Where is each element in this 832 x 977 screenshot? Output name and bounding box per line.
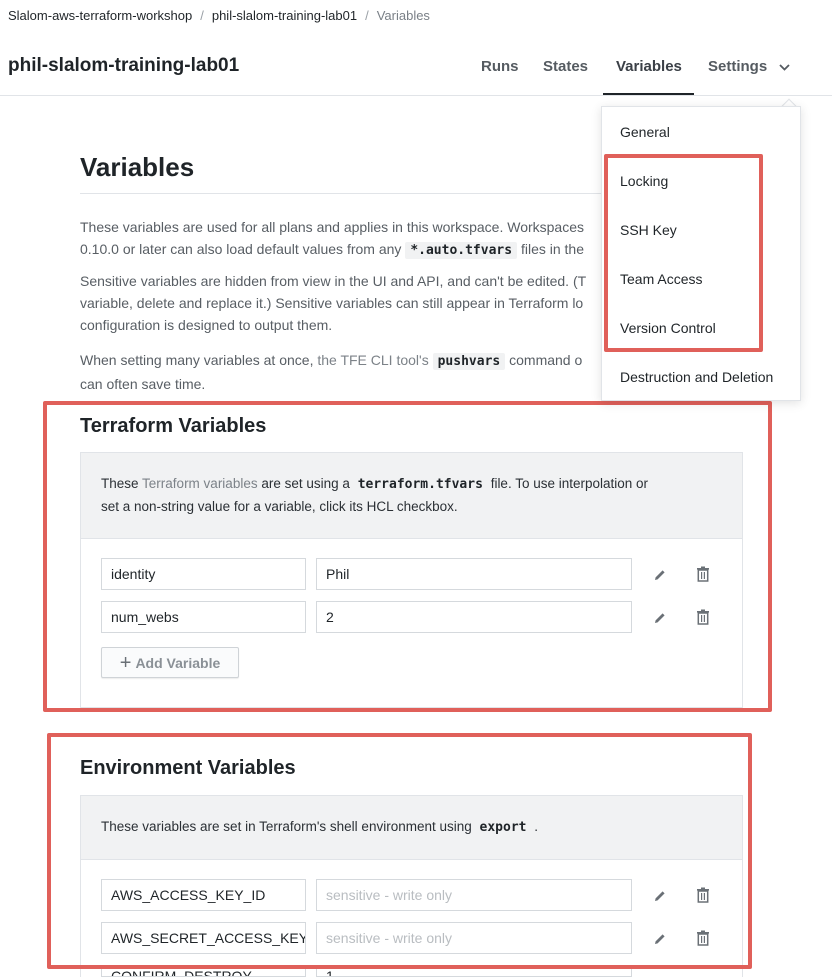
tf-var-key-field[interactable]: num_webs <box>101 601 306 633</box>
env-var-key-field[interactable]: AWS_SECRET_ACCESS_KEY <box>101 922 306 954</box>
env-var-value-field[interactable]: 1 <box>316 965 632 977</box>
menu-item-locking[interactable]: Locking <box>620 173 668 189</box>
tab-variables[interactable]: Variables <box>603 48 694 96</box>
auto-tfvars-code: *.auto.tfvars <box>405 242 518 259</box>
intro-p2-line2: variable, delete and replace it.) Sensit… <box>80 295 584 311</box>
trash-icon[interactable] <box>694 929 712 947</box>
intro-p3-line1: When setting many variables at once, the… <box>80 349 620 373</box>
breadcrumb-current: Variables <box>376 7 430 23</box>
env-var-value-field[interactable]: sensitive - write only <box>316 879 632 911</box>
intro-p3-text-end: command o <box>509 352 583 368</box>
plus-icon: + <box>119 651 132 674</box>
tf-var-value-field[interactable]: 2 <box>316 601 632 633</box>
tf-var-key-field[interactable]: identity <box>101 558 306 590</box>
workspace-nav: Runs States Variables Settings <box>0 48 832 96</box>
tab-states[interactable]: States <box>543 48 588 96</box>
intro-paragraph-2: Sensitive variables are hidden from view… <box>80 270 620 336</box>
pencil-icon[interactable] <box>651 887 669 905</box>
tfe-cli-link[interactable]: the TFE CLI tool's <box>317 352 428 368</box>
tf-var-value-field[interactable]: Phil <box>316 558 632 590</box>
env-desc-text-end: . <box>534 819 539 834</box>
tab-settings[interactable]: Settings <box>708 48 790 96</box>
terraform-variables-description: These Terraform variables are set using … <box>81 453 742 539</box>
intro-p1-line1: These variables are used for all plans a… <box>80 219 584 235</box>
intro-p3-line2: can often save time. <box>80 376 206 392</box>
env-desc-text: These variables are set in Terraform's s… <box>101 819 472 834</box>
breadcrumb-separator: / <box>365 7 369 23</box>
breadcrumb-org-link[interactable]: Slalom-aws-terraform-workshop <box>8 8 192 23</box>
intro-p1-line2: 0.10.0 or later can also load default va… <box>80 238 620 262</box>
menu-item-ssh-key[interactable]: SSH Key <box>620 222 677 238</box>
pencil-icon[interactable] <box>651 609 669 627</box>
terraform-variables-link[interactable]: Terraform variables <box>142 476 258 491</box>
terraform-variables-title: Terraform Variables <box>80 415 267 437</box>
trash-icon[interactable] <box>694 886 712 904</box>
intro-p3-text: When setting many variables at once, <box>80 352 314 368</box>
page-title: Variables <box>80 152 195 182</box>
pencil-icon[interactable] <box>651 930 669 948</box>
tf-desc-line1: These Terraform variables are set using … <box>101 473 722 496</box>
environment-variables-title: Environment Variables <box>80 757 296 779</box>
trash-icon[interactable] <box>694 608 712 626</box>
tfvars-code: terraform.tfvars <box>357 477 483 492</box>
env-var-key-field[interactable]: AWS_ACCESS_KEY_ID <box>101 879 306 911</box>
menu-item-version-control[interactable]: Version Control <box>620 320 716 336</box>
chevron-down-icon <box>779 48 790 86</box>
tf-desc-text: These <box>101 476 139 491</box>
tf-desc-text-mid: are set using a <box>261 476 350 491</box>
add-variable-label: Add Variable <box>135 654 221 671</box>
env-desc-line1: These variables are set in Terraform's s… <box>101 816 722 839</box>
export-code: export <box>479 820 527 835</box>
intro-p2-line3: configuration is designed to output them… <box>80 317 333 333</box>
breadcrumb-workspace-link[interactable]: phil-slalom-training-lab01 <box>212 8 357 23</box>
header-divider <box>0 95 832 96</box>
intro-paragraph-1: These variables are used for all plans a… <box>80 216 620 262</box>
tab-runs[interactable]: Runs <box>481 48 519 96</box>
menu-item-general[interactable]: General <box>620 124 670 140</box>
pushvars-code: pushvars <box>432 353 506 370</box>
intro-p1-text: 0.10.0 or later can also load default va… <box>80 241 402 257</box>
intro-paragraph-3: When setting many variables at once, the… <box>80 349 620 395</box>
add-variable-button[interactable]: + Add Variable <box>101 647 239 678</box>
tab-settings-label: Settings <box>708 58 768 75</box>
trash-icon[interactable] <box>694 565 712 583</box>
tf-desc-line2: set a non-string value for a variable, c… <box>101 499 458 514</box>
menu-item-team-access[interactable]: Team Access <box>620 271 702 287</box>
intro-p2-line1: Sensitive variables are hidden from view… <box>80 273 587 289</box>
pencil-icon[interactable] <box>651 566 669 584</box>
environment-variables-description: These variables are set in Terraform's s… <box>81 796 742 860</box>
breadcrumb-separator: / <box>200 7 204 23</box>
settings-dropdown-menu: General Locking SSH Key Team Access Vers… <box>601 106 801 401</box>
title-divider <box>80 193 640 194</box>
tf-desc-text-end: file. To use interpolation or <box>490 476 649 491</box>
env-var-key-field[interactable]: CONFIRM_DESTROY <box>101 965 306 977</box>
breadcrumb: Slalom-aws-terraform-workshop / phil-sla… <box>8 6 430 24</box>
env-var-value-field[interactable]: sensitive - write only <box>316 922 632 954</box>
menu-item-destruction-deletion[interactable]: Destruction and Deletion <box>620 369 773 385</box>
intro-p1-text-end: files in the <box>520 241 584 257</box>
